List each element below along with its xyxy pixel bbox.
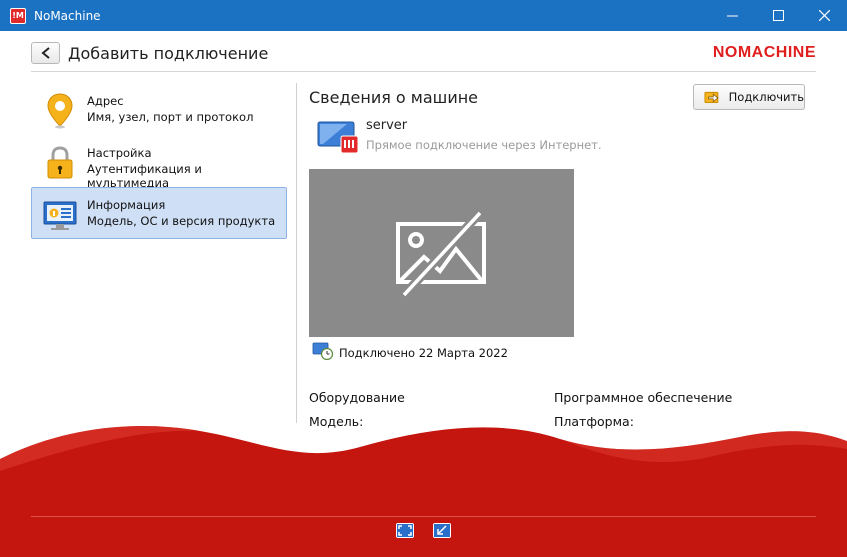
maximize-button[interactable] <box>755 0 801 31</box>
section-title: Сведения о машине <box>309 88 479 107</box>
sidebar-item-title: Информация <box>87 198 166 212</box>
server-name: server <box>366 118 408 133</box>
close-button[interactable] <box>801 0 847 31</box>
header-divider <box>31 71 816 72</box>
close-icon <box>818 10 830 21</box>
app-logo-icon: !M <box>10 7 26 24</box>
last-connected-text: Подключено 22 Марта 2022 <box>339 346 508 360</box>
machine-screenshot-placeholder <box>309 169 574 337</box>
hardware-heading: Оборудование <box>309 390 405 405</box>
software-heading: Программное обеспечение <box>554 390 733 405</box>
minimize-button[interactable] <box>709 0 755 31</box>
sidebar-item-settings[interactable]: Настройка Аутентификация и мультимедиа <box>31 135 287 190</box>
window-title: NoMachine <box>34 8 101 23</box>
connect-icon <box>704 91 719 104</box>
maximize-icon <box>772 10 784 21</box>
minimize-icon <box>726 15 738 17</box>
sidebar-item-subtitle: Имя, узел, порт и протокол <box>87 110 254 124</box>
sidebar-item-title: Настройка <box>87 146 152 160</box>
sidebar-item-information[interactable]: Информация Модель, ОС и версия продукта <box>31 187 287 239</box>
shrink-icon <box>434 524 450 537</box>
location-pin-icon <box>47 93 73 129</box>
connect-button-label: Подключить <box>728 90 804 104</box>
sidebar-item-subtitle: Модель, ОС и версия продукта <box>87 214 276 228</box>
fullscreen-button[interactable] <box>396 523 414 538</box>
chevron-left-icon <box>40 47 50 59</box>
connect-button[interactable]: Подключить <box>693 84 805 110</box>
sidebar-item-subtitle: Аутентификация и мультимедиа <box>87 162 202 190</box>
footer-controls <box>396 523 451 538</box>
connected-history-icon <box>312 342 334 360</box>
footer-divider <box>31 516 816 517</box>
window-controls <box>709 0 847 31</box>
page-title: Добавить подключение <box>68 44 269 63</box>
title-bar: !M NoMachine <box>0 0 847 31</box>
sidebar-item-title: Адрес <box>87 94 124 108</box>
sidebar: Адрес Имя, узел, порт и протокол Настрой… <box>31 83 287 239</box>
nomachine-logo: NOMACHINE <box>712 44 816 61</box>
sidebar-item-address[interactable]: Адрес Имя, узел, порт и протокол <box>31 83 287 135</box>
window-mode-button[interactable] <box>433 523 451 538</box>
server-description: Прямое подключение через Интернет. <box>366 138 602 152</box>
no-image-icon <box>396 209 486 297</box>
lock-icon <box>47 146 73 179</box>
expand-icon <box>397 524 413 537</box>
back-button[interactable] <box>31 42 60 64</box>
server-monitor-icon <box>317 121 359 154</box>
panel-divider <box>296 83 297 423</box>
info-monitor-icon <box>43 201 77 230</box>
